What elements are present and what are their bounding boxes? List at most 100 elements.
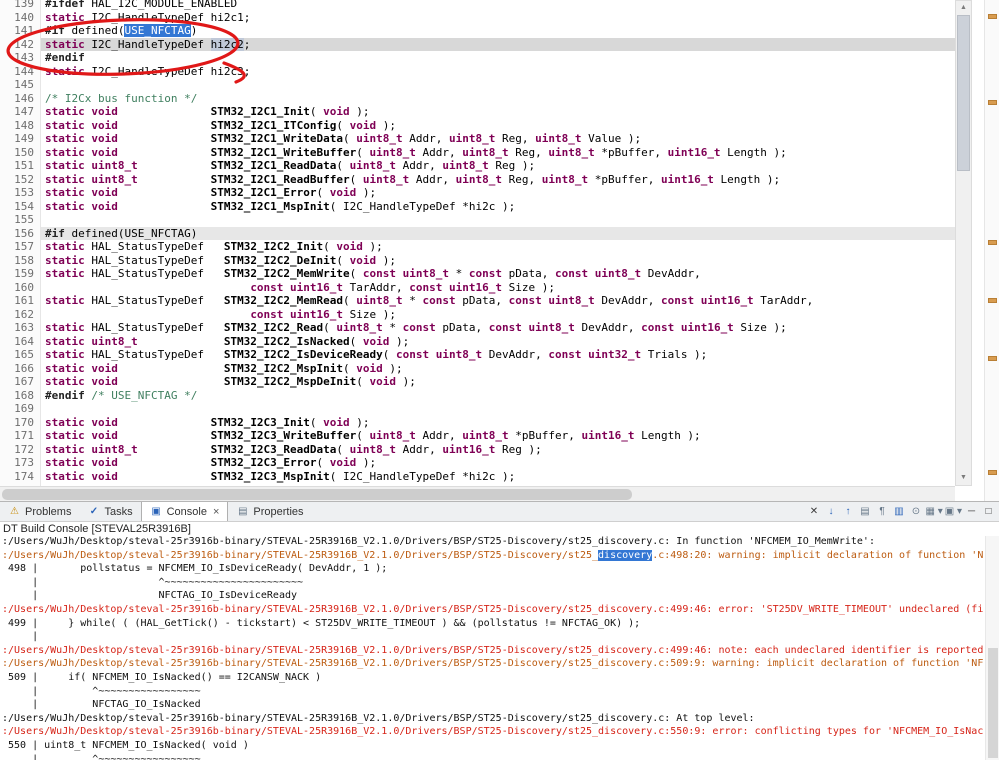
line-number[interactable]: 173 — [0, 456, 34, 470]
line-number[interactable]: 144 — [0, 65, 34, 79]
line-number[interactable]: 140 — [0, 11, 34, 25]
code-line[interactable]: static void STM32_I2C1_Error( void ); — [41, 186, 955, 200]
word-wrap-button[interactable]: ¶ — [875, 502, 890, 522]
line-number[interactable]: 150 — [0, 146, 34, 160]
line-number[interactable]: 141 — [0, 24, 34, 38]
code-line[interactable]: #if defined(USE_NFCTAG) — [41, 24, 955, 38]
ruler-marker[interactable] — [988, 298, 997, 303]
tab-properties[interactable]: Properties — [228, 502, 311, 521]
scroll-up-arrow-icon[interactable]: ▲ — [956, 1, 971, 15]
code-line[interactable]: static void STM32_I2C2_MspInit( void ); — [41, 362, 955, 376]
code-line[interactable]: static uint8_t STM32_I2C3_ReadData( uint… — [41, 443, 955, 457]
line-number[interactable]: 145 — [0, 78, 34, 92]
line-number[interactable]: 158 — [0, 254, 34, 268]
tab-console[interactable]: Console × — [140, 502, 229, 521]
code-line[interactable]: const uint16_t Size ); — [41, 308, 955, 322]
ruler-marker[interactable] — [988, 100, 997, 105]
vertical-scrollbar-thumb[interactable] — [957, 15, 970, 171]
line-number[interactable]: 169 — [0, 402, 34, 416]
line-number[interactable]: 168 — [0, 389, 34, 403]
display-selected-console-button[interactable]: ▦ ▾ — [926, 502, 943, 522]
code-line[interactable]: const uint16_t TarAddr, const uint16_t S… — [41, 281, 955, 295]
line-number[interactable]: 160 — [0, 281, 34, 295]
horizontal-scrollbar-thumb[interactable] — [2, 489, 632, 500]
code-line[interactable]: static I2C_HandleTypeDef hi2c1; — [41, 11, 955, 25]
line-number[interactable]: 165 — [0, 348, 34, 362]
code-line[interactable]: static void STM32_I2C1_WriteData( uint8_… — [41, 132, 955, 146]
code-line[interactable]: static I2C_HandleTypeDef hi2c2; — [41, 37, 955, 51]
code-line[interactable]: static void STM32_I2C2_MspDeInit( void )… — [41, 375, 955, 389]
code-line[interactable]: static void STM32_I2C3_Init( void ); — [41, 416, 955, 430]
code-line[interactable]: static HAL_StatusTypeDef STM32_I2C2_IsDe… — [41, 348, 955, 362]
line-number[interactable]: 163 — [0, 321, 34, 335]
code-line[interactable]: static uint8_t STM32_I2C2_IsNacked( void… — [41, 335, 955, 349]
code-line[interactable]: static void STM32_I2C1_Init( void ); — [41, 105, 955, 119]
line-number[interactable]: 149 — [0, 132, 34, 146]
line-number[interactable]: 142 — [0, 38, 34, 52]
code-line[interactable]: static void STM32_I2C3_Error( void ); — [41, 456, 955, 470]
editor-horizontal-scrollbar[interactable] — [0, 486, 955, 501]
code-line[interactable]: /* I2Cx bus function */ — [41, 92, 955, 106]
line-number[interactable]: 148 — [0, 119, 34, 133]
code-editor[interactable]: 139 140 141 142 143 144 145 146 147 148 149 150 151 1… — [0, 0, 999, 501]
code-line[interactable]: #endif /* USE_NFCTAG */ — [41, 389, 955, 403]
code-line[interactable]: #if defined(USE_NFCTAG) — [41, 226, 955, 240]
line-number[interactable]: 174 — [0, 470, 34, 484]
code-line[interactable]: static HAL_StatusTypeDef STM32_I2C2_DeIn… — [41, 254, 955, 268]
line-number[interactable]: 143 — [0, 51, 34, 65]
line-number[interactable]: 161 — [0, 294, 34, 308]
scroll-down-arrow-icon[interactable]: ▼ — [956, 471, 971, 485]
code-line[interactable]: static HAL_StatusTypeDef STM32_I2C2_Read… — [41, 321, 955, 335]
minimize-button[interactable]: ─ — [964, 502, 979, 522]
line-number[interactable]: 171 — [0, 429, 34, 443]
console-output[interactable]: :/Users/WuJh/Desktop/steval-25r3916b-bin… — [0, 536, 983, 760]
maximize-button[interactable]: □ — [981, 502, 996, 522]
code-line[interactable]: static void STM32_I2C3_WriteBuffer( uint… — [41, 429, 955, 443]
line-number[interactable]: 157 — [0, 240, 34, 254]
line-number[interactable]: 152 — [0, 173, 34, 187]
line-number[interactable]: 155 — [0, 213, 34, 227]
code-line[interactable]: static HAL_StatusTypeDef STM32_I2C2_Init… — [41, 240, 955, 254]
ruler-marker[interactable] — [988, 240, 997, 245]
line-number[interactable]: 156 — [0, 227, 34, 241]
pin-console-button[interactable]: ⊙ — [909, 502, 924, 522]
code-line[interactable]: static uint8_t STM32_I2C1_ReadBuffer( ui… — [41, 173, 955, 187]
code-line[interactable]: static uint8_t STM32_I2C1_ReadData( uint… — [41, 159, 955, 173]
code-line[interactable] — [41, 78, 955, 92]
code-line[interactable]: static I2C_HandleTypeDef hi2c3; — [41, 65, 955, 79]
tab-tasks[interactable]: Tasks — [79, 502, 140, 521]
open-console-button[interactable]: ▣ ▾ — [945, 502, 962, 522]
line-number[interactable]: 166 — [0, 362, 34, 376]
line-number[interactable]: 162 — [0, 308, 34, 322]
console-scrollbar-thumb[interactable] — [988, 648, 998, 758]
tab-close-button[interactable]: × — [213, 506, 219, 518]
scroll-lock-button[interactable]: ▤ — [858, 502, 873, 522]
code-line[interactable] — [41, 402, 955, 416]
code-area[interactable]: #ifdef HAL_I2C_MODULE_ENABLED static I2C_… — [41, 0, 955, 483]
line-number[interactable]: 159 — [0, 267, 34, 281]
overview-ruler[interactable] — [984, 0, 999, 501]
clear-console-button[interactable]: ✕ — [807, 502, 822, 522]
line-number[interactable]: 147 — [0, 105, 34, 119]
code-line[interactable]: static HAL_StatusTypeDef STM32_I2C2_MemW… — [41, 267, 955, 281]
line-number[interactable]: 139 — [0, 0, 34, 11]
line-number[interactable]: 172 — [0, 443, 34, 457]
line-number[interactable]: 154 — [0, 200, 34, 214]
code-line[interactable]: static void STM32_I2C1_MspInit( I2C_Hand… — [41, 200, 955, 214]
show-console-on-output-button[interactable]: ▥ — [892, 502, 907, 522]
ruler-marker[interactable] — [988, 356, 997, 361]
line-number[interactable]: 146 — [0, 92, 34, 106]
ruler-marker[interactable] — [988, 14, 997, 19]
code-line[interactable]: static void STM32_I2C3_MspInit( I2C_Hand… — [41, 470, 955, 484]
ruler-marker[interactable] — [988, 470, 997, 475]
editor-vertical-scrollbar[interactable]: ▲ ▼ — [955, 0, 972, 486]
code-line[interactable]: #ifdef HAL_I2C_MODULE_ENABLED — [41, 0, 955, 11]
line-number[interactable]: 164 — [0, 335, 34, 349]
line-number[interactable]: 151 — [0, 159, 34, 173]
tab-problems[interactable]: Problems — [0, 502, 79, 521]
previous-message-button[interactable]: ↑ — [841, 502, 856, 522]
console-scrollbar[interactable] — [985, 536, 999, 760]
code-line[interactable] — [41, 213, 955, 227]
line-number[interactable]: 170 — [0, 416, 34, 430]
line-number[interactable]: 167 — [0, 375, 34, 389]
